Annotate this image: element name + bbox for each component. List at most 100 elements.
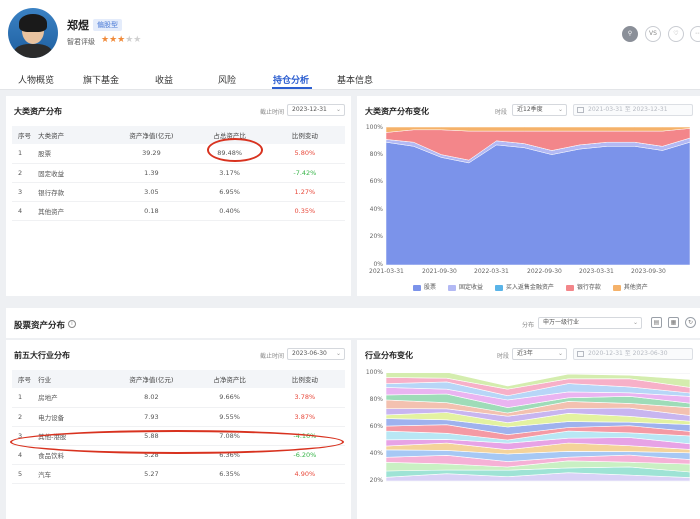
legend-label: 固定收益 [458,284,483,291]
search-icon[interactable]: ⚲ [622,26,638,42]
industry-period-label: 时段 [497,353,510,360]
cell-no: 5 [12,464,39,484]
tab-returns[interactable]: 收益 [155,73,173,86]
x-tick: 2023-09-30 [631,268,666,275]
table-row[interactable]: 1 房地产 8.02 9.66% 3.78% [12,388,345,408]
table-row[interactable]: 3 其他-港股 5.88 7.08% -4.16% [12,426,345,446]
y-tick: 40% [369,206,383,213]
dist-label: 分布 [522,322,535,329]
table-row[interactable]: 4 食品饮料 5.28 6.36% -6.20% [12,445,345,465]
y-tick: 20% [369,233,383,240]
asset-table: 序号 大类资产 资产净值(亿元) 占总资产比 比例变动 1 股票 39.29 8… [12,126,345,221]
tab-basic-info[interactable]: 基本信息 [337,73,373,86]
cell-ratio: 6.35% [194,464,265,484]
x-tick: 2021-03-31 [369,268,404,275]
period-select[interactable]: 近12季度 ⌄ [512,104,567,116]
cell-value: 7.93 [108,407,195,427]
chart-view-icon[interactable]: ▤ [651,317,662,328]
cell-change: 3.78% [264,388,345,408]
table-row[interactable]: 2 固定收益 1.39 3.17% -7.42% [12,163,345,183]
chevron-down-icon: ⌄ [632,319,638,326]
chevron-down-icon: ⌄ [335,350,341,357]
tab-funds[interactable]: 旗下基金 [83,73,119,86]
cell-value: 5.88 [108,426,195,446]
asset-date-select[interactable]: 2023-12-31 ⌄ [287,104,345,116]
tab-overview[interactable]: 人物概览 [18,73,54,86]
top5-table: 序号 行业 资产净值(亿元) 占净资产比 比例变动 1 房地产 8.02 9.6… [12,370,345,484]
more-icon[interactable]: ⋯ [690,26,700,42]
col-no: 序号 [12,370,39,388]
cell-change: -6.20% [264,445,345,465]
cell-no: 2 [12,163,39,183]
cell-value: 1.39 [108,163,195,183]
top5-date-select[interactable]: 2023-06-30 ⌄ [287,348,345,360]
col-value: 资产净值(亿元) [108,126,195,144]
legend-item[interactable]: 银行存款 [565,284,601,291]
cell-name: 股票 [38,144,109,164]
col-ratio: 占总资产比 [194,126,265,144]
cell-change: 4.90% [264,464,345,484]
cell-ratio: 89.48% [194,144,265,164]
cell-name: 其他资产 [38,201,109,221]
dist-select[interactable]: 申万一级行业 ⌄ [538,317,642,329]
asset-chart-panel: 大类资产分布变化 时段 近12季度 ⌄ 2021-03-31 至 2023-12-… [357,96,700,296]
avatar [8,8,58,58]
top5-date-label: 截止时间 [260,353,285,360]
tab-risk[interactable]: 风险 [218,73,236,86]
period-label: 时段 [495,109,508,116]
table-row[interactable]: 4 其他资产 0.18 0.40% 0.35% [12,201,345,221]
table-row[interactable]: 5 汽车 5.27 6.35% 4.90% [12,464,345,484]
legend-label: 股票 [424,284,437,291]
asset-date-label: 截止时间 [260,109,285,116]
x-tick: 2023-03-31 [579,268,614,275]
calendar-icon [577,107,584,113]
favorite-heart-icon[interactable]: ♡ [668,26,684,42]
table-row[interactable]: 3 银行存款 3.05 6.95% 1.27% [12,182,345,202]
cell-name: 食品饮料 [38,445,109,465]
table-row[interactable]: 1 股票 39.29 89.48% 5.80% [12,144,345,164]
chevron-down-icon: ⌄ [335,106,341,113]
cell-no: 1 [12,144,39,164]
y-tick: 40% [369,450,383,457]
col-name: 大类资产 [38,126,109,144]
asset-date-value: 2023-12-31 [292,106,327,113]
stars-off: ★★ [125,35,142,45]
table-header-row: 序号 行业 资产净值(亿元) 占净资产比 比例变动 [12,370,345,388]
table-view-icon[interactable]: ▦ [668,317,679,328]
industry-period-select[interactable]: 近3年 ⌄ [512,348,567,360]
industry-date-range-value: 2020-12-31 至 2023-06-30 [588,350,668,357]
profile-header: 郑煜 偏股型 智君评级 ★★★★★ ⚲ VS ♡ ⋯ 人物概览 旗下基金 收益 … [0,0,700,90]
cell-no: 3 [12,182,39,202]
stars-on: ★★★ [101,35,126,45]
cell-no: 3 [12,426,39,446]
cell-value: 39.29 [108,144,195,164]
compare-button[interactable]: VS [645,26,661,42]
industry-date-range[interactable]: 2020-12-31 至 2023-06-30 [573,348,693,360]
cell-ratio: 6.36% [194,445,265,465]
cell-ratio: 0.40% [194,201,265,221]
top5-industry-panel: 前五大行业分布 截止时间 2023-06-30 ⌄ 序号 行业 资产净值(亿元) … [6,340,351,519]
x-tick: 2021-09-30 [422,268,457,275]
table-row[interactable]: 2 电力设备 7.93 9.55% 3.87% [12,407,345,427]
industry-chart-panel: 行业分布变化 时段 近3年 ⌄ 2020-12-31 至 2023-06-30 1… [357,340,700,519]
chevron-down-icon: ⌄ [557,350,563,357]
tab-holdings-analysis[interactable]: 持仓分析 [273,73,309,86]
legend-label: 银行存款 [576,284,601,291]
top5-title: 前五大行业分布 [14,351,70,360]
cell-change: -4.16% [264,426,345,446]
col-industry: 行业 [38,370,109,388]
legend-item[interactable]: 股票 [413,284,436,291]
date-range-input[interactable]: 2021-03-31 至 2023-12-31 [573,104,693,116]
area-series-1[interactable] [386,141,690,265]
legend-item[interactable]: 固定收益 [447,284,483,291]
refresh-icon[interactable]: ↻ [685,317,696,328]
cell-name: 银行存款 [38,182,109,202]
asset-area-chart [386,127,690,265]
y-tick: 60% [369,423,383,430]
legend-item[interactable]: 买入返售金融资产 [494,284,554,291]
info-icon[interactable]: i [68,320,76,328]
chevron-down-icon: ⌄ [557,106,563,113]
cell-name: 汽车 [38,464,109,484]
legend-item[interactable]: 其他资产 [612,284,648,291]
cell-ratio: 6.95% [194,182,265,202]
